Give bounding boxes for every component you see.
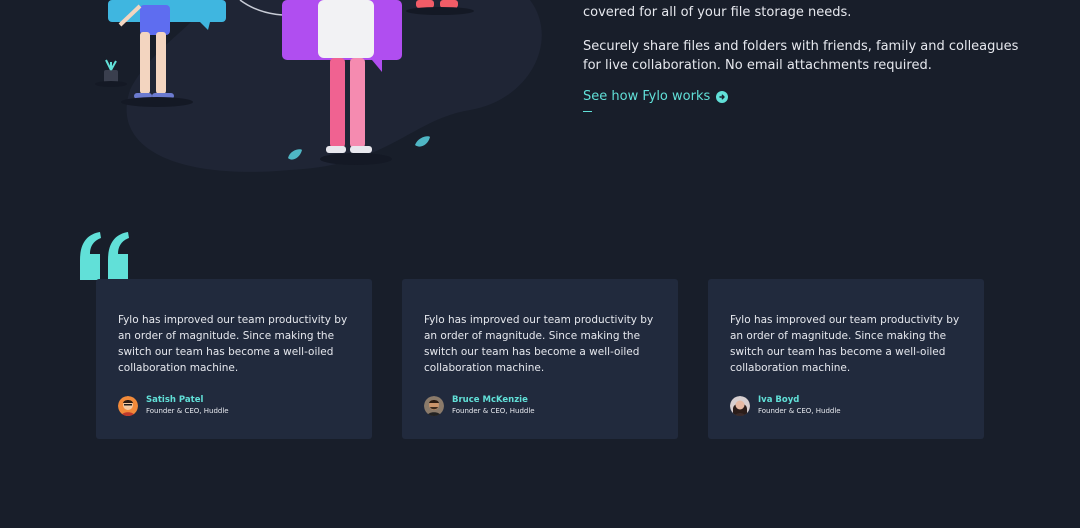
author-role: Founder & CEO, Huddle bbox=[758, 407, 841, 415]
author-role: Founder & CEO, Huddle bbox=[146, 407, 229, 415]
productive-paragraph-2: Securely share files and folders with fr… bbox=[583, 39, 1019, 73]
author-name: Bruce McKenzie bbox=[452, 395, 528, 405]
testimonial-quote: Fylo has improved our team productivity … bbox=[118, 314, 348, 374]
quote-icon bbox=[80, 232, 129, 280]
cta-label: See how Fylo works bbox=[583, 89, 711, 104]
testimonial-author: Iva Boyd Founder & CEO, Huddle bbox=[730, 395, 841, 417]
avatar bbox=[730, 396, 750, 416]
author-role: Founder & CEO, Huddle bbox=[452, 407, 535, 415]
productive-illustration bbox=[95, 0, 542, 172]
cta-underline bbox=[583, 111, 592, 112]
testimonial-author: Bruce McKenzie Founder & CEO, Huddle bbox=[424, 395, 535, 417]
see-how-fylo-works-link[interactable]: See how Fylo works bbox=[583, 89, 729, 104]
testimonial-card: Fylo has improved our team productivity … bbox=[708, 279, 984, 439]
avatar bbox=[118, 396, 138, 416]
testimonial-quote: Fylo has improved our team productivity … bbox=[730, 314, 960, 374]
testimonial-author: Satish Patel Founder & CEO, Huddle bbox=[118, 395, 229, 417]
page: covered for all of your file storage nee… bbox=[0, 0, 1080, 528]
avatar bbox=[424, 396, 444, 416]
author-name: Iva Boyd bbox=[758, 395, 800, 405]
productive-paragraph-1: covered for all of your file storage nee… bbox=[583, 5, 852, 20]
testimonial-card: Fylo has improved our team productivity … bbox=[402, 279, 678, 439]
arrow-circle-icon bbox=[716, 90, 729, 103]
author-name: Satish Patel bbox=[146, 395, 204, 405]
testimonial-quote: Fylo has improved our team productivity … bbox=[424, 314, 654, 374]
testimonial-card: Fylo has improved our team productivity … bbox=[96, 279, 372, 439]
